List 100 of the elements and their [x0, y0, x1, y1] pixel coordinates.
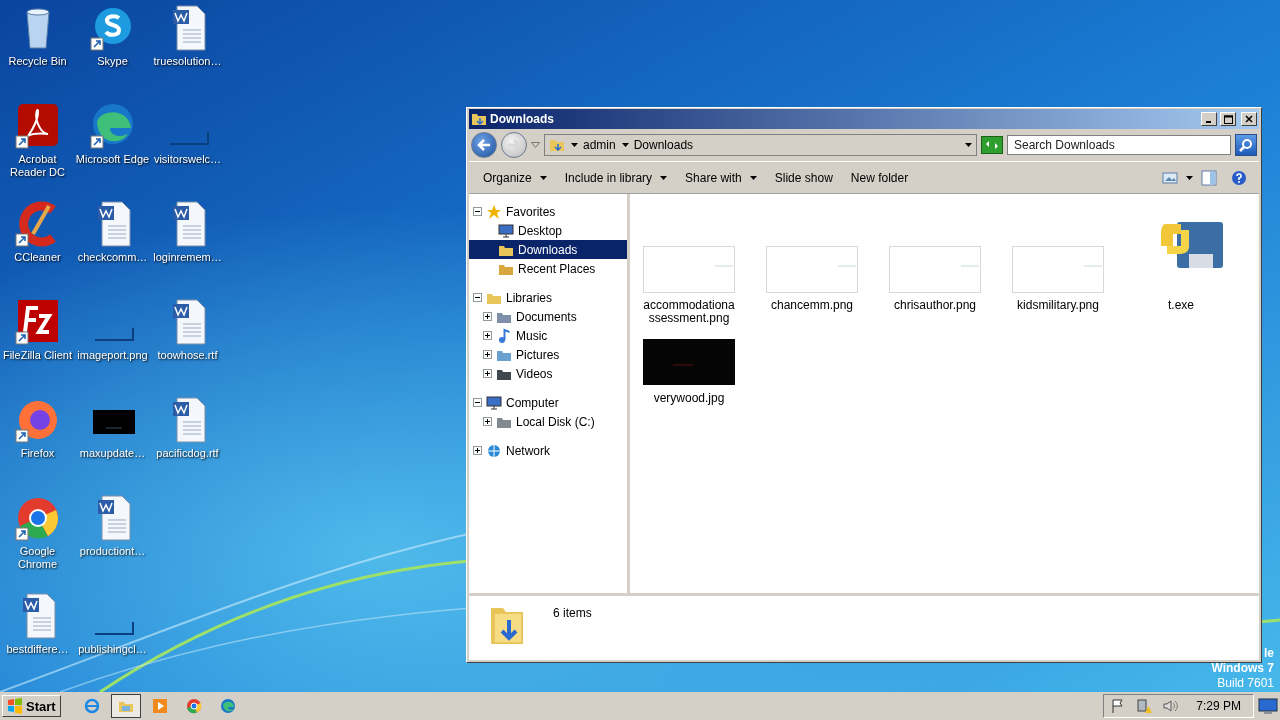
desktop-icon-label: imageport.png	[77, 349, 148, 362]
desktop-icon-label: publishingcl…	[78, 643, 147, 656]
monitor-icon	[498, 222, 514, 239]
breadcrumb-item[interactable]: Downloads	[621, 138, 694, 152]
forward-button[interactable]	[501, 132, 527, 158]
caret-icon	[539, 175, 547, 180]
desktop-icon-label: pacificdog.rtf	[156, 447, 219, 460]
refresh-button[interactable]	[981, 136, 1003, 154]
maximize-icon	[1223, 114, 1233, 124]
file-name[interactable]: kidsmilitary.png	[1010, 299, 1106, 312]
expand-toggle[interactable]	[473, 398, 482, 407]
desktop-icon-label: visitorswelc…	[153, 153, 222, 166]
view-icon[interactable]	[1162, 169, 1178, 186]
expand-toggle[interactable]	[473, 446, 482, 455]
command-button[interactable]: Share with	[677, 166, 765, 189]
desktop-icon-label: FileZilla Client	[2, 349, 73, 362]
nav-item[interactable]: Recent Places	[469, 259, 627, 278]
desktop-icon-label: toowhose.rtf	[157, 349, 218, 362]
taskbar-app[interactable]	[110, 694, 141, 718]
chrome-icon	[185, 698, 202, 714]
command-button[interactable]: Include in library	[556, 166, 676, 189]
desktop-icon-label: productiont…	[79, 545, 146, 558]
expand-toggle[interactable]	[473, 293, 482, 302]
search-field[interactable]: Search Downloads	[1007, 135, 1231, 155]
nav-item[interactable]: Libraries	[469, 288, 627, 307]
nav-item[interactable]: Favorites	[469, 202, 627, 221]
caret-icon	[1186, 175, 1193, 180]
nav-item[interactable]: Network	[469, 441, 627, 460]
start-button[interactable]: Start	[2, 695, 61, 717]
file-name[interactable]: t.exe	[1133, 299, 1229, 312]
expand-toggle[interactable]	[483, 417, 492, 426]
windows-logo-icon	[7, 698, 23, 714]
desktop-icon-label: maxupdate…	[79, 447, 146, 460]
nav-item[interactable]: Documents	[469, 307, 627, 326]
edition-text: Windows 7	[1211, 661, 1274, 676]
desktop-icon-label: Microsoft Edge	[75, 153, 150, 166]
command-button[interactable]: Slide show	[766, 166, 841, 189]
caret-icon	[621, 143, 629, 147]
caret-icon	[965, 143, 972, 147]
nav-item[interactable]: Pictures	[469, 345, 627, 364]
nav-item[interactable]: Local Disk (C:)	[469, 412, 627, 431]
nav-item[interactable]: Downloads	[469, 240, 627, 259]
command-button[interactable]: Organize	[475, 166, 555, 189]
network-warning-icon[interactable]	[1136, 698, 1153, 714]
plus-icon	[484, 351, 491, 358]
refresh-arrows-icon	[985, 140, 999, 150]
search-icon	[1239, 138, 1253, 152]
caret-icon	[660, 175, 668, 180]
address-bar[interactable]: admin Downloads	[544, 134, 977, 156]
clock[interactable]: 7:29 PM	[1196, 699, 1241, 713]
desktop-icon-label: checkcomm…	[77, 251, 148, 264]
breadcrumb-item[interactable]: admin	[571, 138, 616, 152]
help-icon[interactable]	[1231, 169, 1247, 186]
expand-toggle[interactable]	[483, 312, 492, 321]
expand-toggle[interactable]	[483, 369, 492, 378]
desktop-icon-label: CCleaner	[14, 251, 61, 264]
folder-icon	[549, 137, 565, 153]
close-icon	[1245, 115, 1253, 123]
minus-icon	[474, 294, 481, 301]
edition-text: le	[1264, 646, 1274, 661]
nav-item[interactable]: Desktop	[469, 221, 627, 240]
show-desktop-icon[interactable]	[1258, 698, 1278, 714]
minimize-button[interactable]	[1201, 112, 1217, 126]
expand-toggle[interactable]	[483, 331, 492, 340]
speaker-icon[interactable]	[1162, 698, 1179, 714]
desktop-icon-label: Firefox	[20, 447, 55, 460]
desktop-icon-label: bestdiffere…	[6, 643, 69, 656]
desktop-icon-label: Recycle Bin	[8, 55, 67, 68]
item-count: 6 items	[553, 606, 592, 620]
caret-icon	[749, 175, 757, 180]
globe-icon	[486, 442, 502, 459]
plus-icon	[484, 332, 491, 339]
play-icon	[151, 698, 168, 714]
nav-item[interactable]: Music	[469, 326, 627, 345]
music-note-icon	[496, 327, 512, 344]
window-title: Downloads	[490, 112, 555, 126]
expand-toggle[interactable]	[483, 350, 492, 359]
maximize-button[interactable]	[1220, 112, 1236, 126]
file-name[interactable]: chancemm.png	[764, 299, 860, 312]
desktop-icon-label: loginremem…	[153, 251, 222, 264]
file-name[interactable]: verywood.jpg	[641, 392, 737, 405]
desktop-icon-label: truesolution…	[153, 55, 222, 68]
plus-icon	[474, 447, 481, 454]
search-button[interactable]	[1235, 134, 1257, 156]
history-caret-icon[interactable]	[531, 142, 540, 148]
back-button[interactable]	[471, 132, 497, 158]
caret-icon	[571, 143, 578, 147]
close-button[interactable]	[1241, 112, 1257, 126]
nav-item[interactable]: Videos	[469, 364, 627, 383]
expand-toggle[interactable]	[473, 207, 482, 216]
nav-item[interactable]: Computer	[469, 393, 627, 412]
desktop-icon-label: Acrobat Reader DC	[9, 153, 66, 179]
desktop-icon-label: Google Chrome	[16, 545, 59, 571]
desktop-icon-label: Skype	[97, 55, 128, 68]
edition-text: Build 7601	[1217, 676, 1274, 691]
file-name[interactable]: chrisauthor.png	[887, 299, 983, 312]
edge-icon	[219, 698, 236, 714]
command-button[interactable]: New folder	[842, 166, 917, 189]
file-name[interactable]: accommodationassessment.png	[641, 299, 737, 325]
folder-icon	[471, 111, 487, 127]
